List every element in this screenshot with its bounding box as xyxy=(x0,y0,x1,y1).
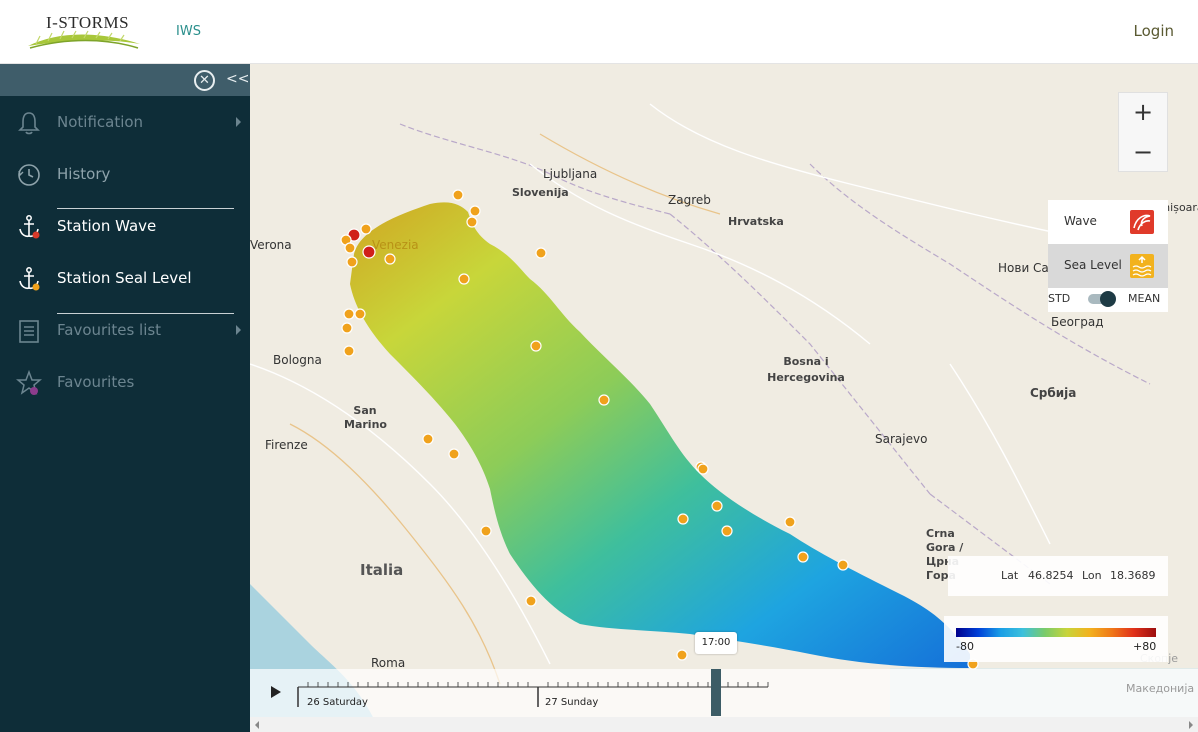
zoom-control: + − xyxy=(1118,92,1168,172)
horizontal-scrollbar[interactable] xyxy=(250,717,1198,732)
place-label: Македонија xyxy=(1126,682,1195,695)
scroll-right-icon[interactable] xyxy=(1189,721,1193,729)
day-label: 27 Sunday xyxy=(545,697,599,708)
toggle-mean-label: MEAN xyxy=(1128,292,1161,305)
lon-label: Lon xyxy=(1082,569,1102,582)
login-button[interactable]: Login xyxy=(1134,22,1174,40)
wave-icon xyxy=(1130,210,1154,234)
place-label: Hrvatska xyxy=(728,215,784,228)
sidebar-item-history[interactable]: History xyxy=(0,148,250,200)
star-icon xyxy=(16,370,42,395)
place-label: Slovenija xyxy=(512,186,569,199)
scroll-left-icon[interactable] xyxy=(255,721,259,729)
layer-label: Sea Level xyxy=(1064,258,1122,272)
sea-level-icon xyxy=(1130,254,1154,278)
list-icon xyxy=(19,320,39,343)
place-label: Firenze xyxy=(265,438,308,452)
legend-max: +80 xyxy=(1133,640,1157,653)
legend-min: -80 xyxy=(956,640,974,653)
layer-sea-level-button[interactable]: Sea Level xyxy=(1048,244,1168,288)
toggle-std-label: STD xyxy=(1048,292,1071,305)
map-view[interactable]: Ljubljana Slovenija Zagreb Hrvatska Timi… xyxy=(250,64,1198,732)
place-label: Zagreb xyxy=(668,193,711,207)
layer-panel: Wave Sea Level STD MEAN xyxy=(1048,200,1168,312)
sidebar-item-notification[interactable]: Notification xyxy=(0,96,250,148)
sidebar-toolbar: ✕ << xyxy=(0,64,250,96)
app-header: I-STORMS IWS Login xyxy=(0,0,1198,64)
sidebar-item-label: Favourites list xyxy=(57,321,162,339)
sidebar: ✕ << Notification History Station Wave S… xyxy=(0,64,250,732)
anchor-red-icon xyxy=(19,215,40,239)
place-label: Italia xyxy=(360,561,404,579)
place-label: Београд xyxy=(1051,315,1104,329)
sidebar-item-station-sea-level[interactable]: Station Seal Level xyxy=(0,252,250,304)
current-time-tooltip: 17:00 xyxy=(695,632,737,654)
place-label: Roma xyxy=(371,656,406,670)
logo-leaf-icon xyxy=(28,30,140,49)
bell-icon xyxy=(18,112,40,135)
place-label: Bologna xyxy=(273,353,322,367)
sidebar-item-favourites[interactable]: Favourites xyxy=(0,356,250,408)
sidebar-item-label: History xyxy=(57,165,111,183)
place-label: Bosna i Hercegovina xyxy=(767,355,845,384)
place-label: Србија xyxy=(1030,386,1077,400)
timeline-cursor-handle[interactable] xyxy=(711,669,721,716)
lat-value: 46.8254 xyxy=(1028,569,1074,582)
std-mean-toggle-row: STD MEAN xyxy=(1048,288,1168,312)
timeline-ticks[interactable] xyxy=(250,669,1198,717)
zoom-out-button[interactable]: − xyxy=(1119,133,1167,173)
place-label: Verona xyxy=(250,238,292,252)
sidebar-item-label: Notification xyxy=(57,113,144,131)
switch-knob xyxy=(1100,291,1116,307)
sidebar-item-label: Favourites xyxy=(57,373,135,391)
sidebar-item-label: Station Seal Level xyxy=(57,269,192,287)
std-mean-switch[interactable] xyxy=(1088,291,1116,307)
circle-x-icon[interactable]: ✕ xyxy=(194,70,215,91)
place-label: San Marino xyxy=(344,404,387,431)
zoom-in-button[interactable]: + xyxy=(1119,93,1167,133)
lon-value: 18.3689 xyxy=(1110,569,1156,582)
legend-color-bar xyxy=(956,628,1156,637)
anchor-orange-icon xyxy=(19,267,40,291)
collapse-sidebar-button[interactable]: << xyxy=(226,71,249,87)
chevron-right-icon xyxy=(236,325,241,335)
color-legend: -80 +80 xyxy=(944,616,1168,662)
timeline-bar: 26 Saturday 27 Sunday xyxy=(250,669,1198,717)
place-label: Ljubljana xyxy=(543,167,598,181)
layer-wave-button[interactable]: Wave xyxy=(1048,200,1168,244)
sidebar-item-favourites-list[interactable]: Favourites list xyxy=(0,304,250,356)
sidebar-item-label: Station Wave xyxy=(57,217,157,235)
place-label: Venezia xyxy=(372,238,419,252)
lat-label: Lat xyxy=(1001,569,1019,582)
layer-label: Wave xyxy=(1064,214,1097,228)
clock-history-icon xyxy=(18,164,40,186)
chevron-right-icon xyxy=(236,117,241,127)
i-storms-logo[interactable]: I-STORMS xyxy=(26,12,142,54)
coordinates-readout: Lat 46.8254 Lon 18.3689 xyxy=(948,556,1168,596)
sidebar-item-station-wave[interactable]: Station Wave xyxy=(0,200,250,252)
place-label: Sarajevo xyxy=(875,432,928,446)
iws-nav-link[interactable]: IWS xyxy=(176,24,201,39)
day-label: 26 Saturday xyxy=(307,697,368,708)
